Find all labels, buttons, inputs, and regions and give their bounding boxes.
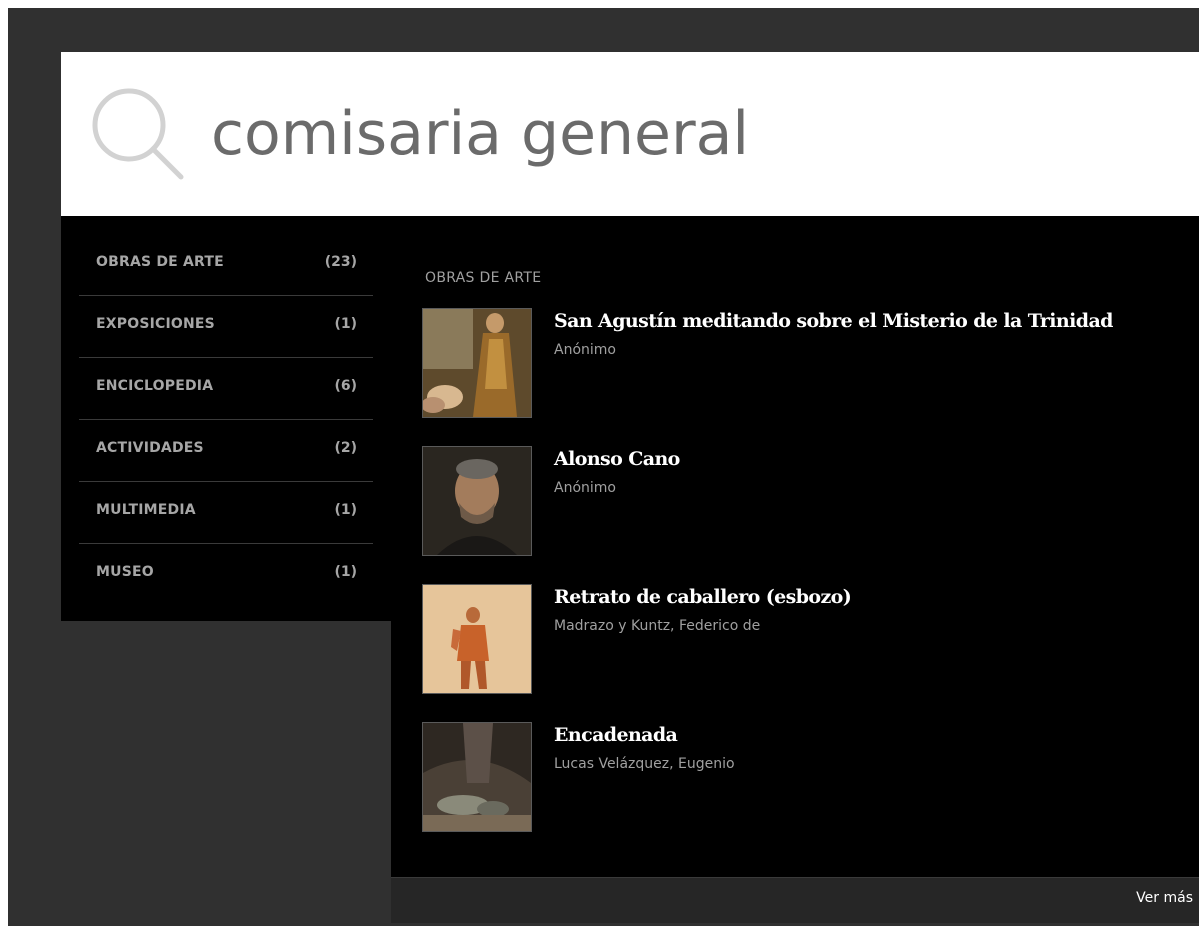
sidebar-item-count: (2)	[334, 440, 357, 456]
result-author: Anónimo	[554, 342, 616, 358]
result-title[interactable]: San Agustín meditando sobre el Misterio …	[554, 310, 1113, 332]
result-author: Madrazo y Kuntz, Federico de	[554, 618, 761, 634]
result-title[interactable]: Alonso Cano	[554, 448, 680, 470]
results-panel: OBRAS DE ARTE San Agustín meditando sobr…	[391, 216, 1199, 877]
result-item-encadenada[interactable]: Encadenada Lucas Velázquez, Eugenio	[422, 722, 1182, 832]
search-icon[interactable]	[91, 87, 186, 182]
search-bar[interactable]: comisaria general	[61, 52, 1199, 216]
section-heading: OBRAS DE ARTE	[425, 270, 542, 286]
sidebar-item-exposiciones[interactable]: EXPOSICIONES (1)	[79, 296, 373, 358]
sidebar-item-label: OBRAS DE ARTE	[96, 254, 224, 270]
sidebar-item-label: MULTIMEDIA	[96, 502, 196, 518]
result-title[interactable]: Encadenada	[554, 724, 678, 746]
sidebar-item-multimedia[interactable]: MULTIMEDIA (1)	[79, 482, 373, 544]
category-sidebar: OBRAS DE ARTE (23) EXPOSICIONES (1) ENCI…	[61, 216, 391, 621]
sidebar-item-count: (6)	[334, 378, 357, 394]
result-item-san-agustin[interactable]: San Agustín meditando sobre el Misterio …	[422, 308, 1182, 418]
sidebar-item-count: (1)	[334, 502, 357, 518]
result-title[interactable]: Retrato de caballero (esbozo)	[554, 586, 852, 608]
sidebar-item-count: (1)	[334, 316, 357, 332]
result-item-retrato-de-caballero[interactable]: Retrato de caballero (esbozo) Madrazo y …	[422, 584, 1182, 694]
sidebar-item-label: ENCICLOPEDIA	[96, 378, 214, 394]
sidebar-item-count: (23)	[324, 254, 357, 270]
sidebar-item-enciclopedia[interactable]: ENCICLOPEDIA (6)	[79, 358, 373, 420]
result-item-alonso-cano[interactable]: Alonso Cano Anónimo	[422, 446, 1182, 556]
sidebar-item-actividades[interactable]: ACTIVIDADES (2)	[79, 420, 373, 482]
artwork-thumbnail[interactable]	[422, 308, 532, 418]
sidebar-item-museo[interactable]: MUSEO (1)	[79, 544, 373, 605]
artwork-thumbnail[interactable]	[422, 584, 532, 694]
sidebar-item-label: ACTIVIDADES	[96, 440, 204, 456]
artwork-thumbnail[interactable]	[422, 446, 532, 556]
result-author: Anónimo	[554, 480, 616, 496]
sidebar-item-label: MUSEO	[96, 564, 154, 580]
results-footer: Ver más	[391, 877, 1199, 923]
sidebar-item-obras-de-arte[interactable]: OBRAS DE ARTE (23)	[79, 234, 373, 296]
artwork-thumbnail[interactable]	[422, 722, 532, 832]
ver-mas-link[interactable]: Ver más	[1136, 890, 1193, 906]
result-author: Lucas Velázquez, Eugenio	[554, 756, 735, 772]
search-input[interactable]: comisaria general	[211, 94, 749, 174]
sidebar-item-label: EXPOSICIONES	[96, 316, 215, 332]
sidebar-item-count: (1)	[334, 564, 357, 580]
